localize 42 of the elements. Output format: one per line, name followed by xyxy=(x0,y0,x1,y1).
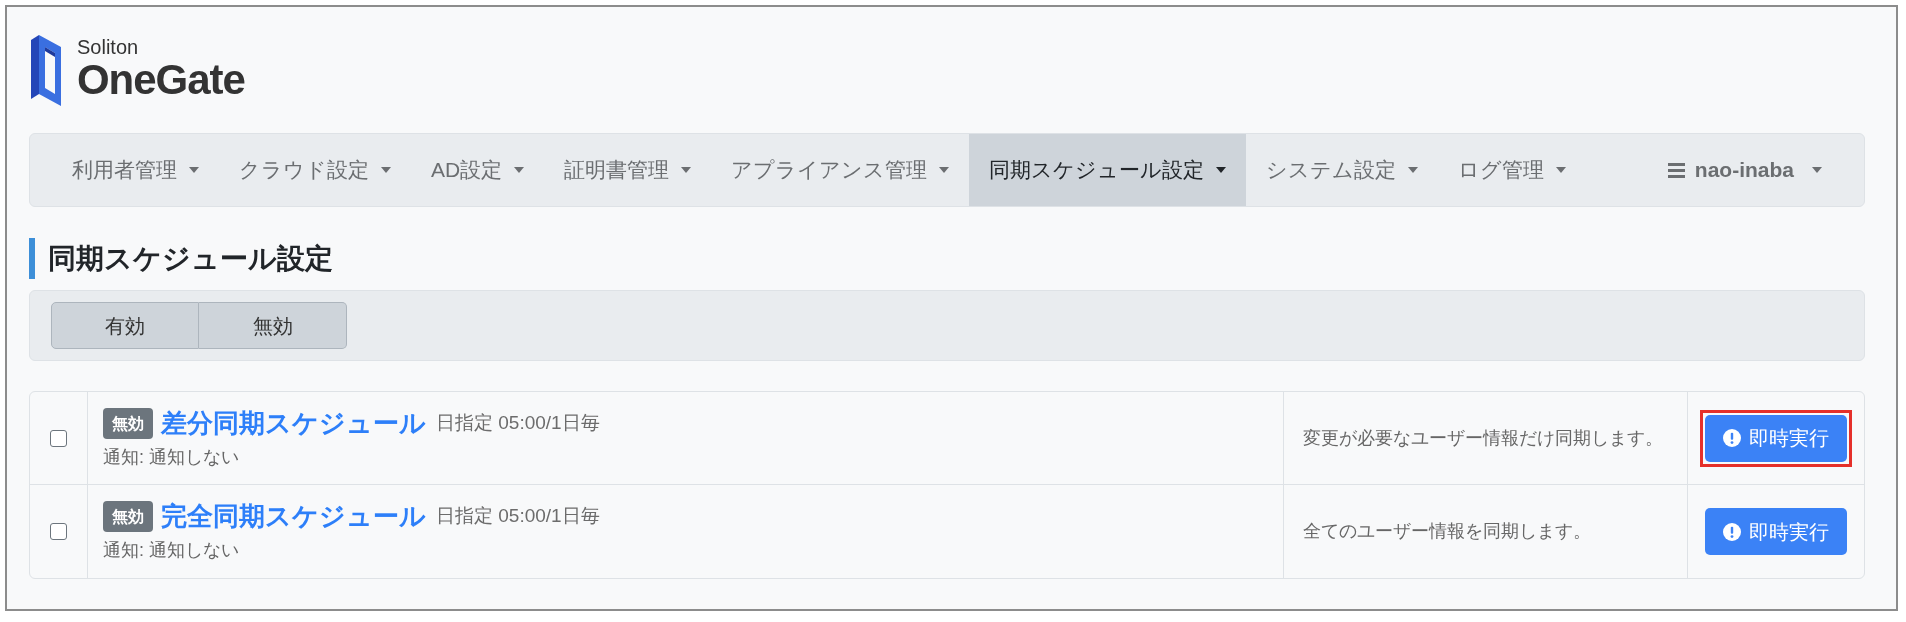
product-name: OneGate xyxy=(77,58,245,102)
status-badge: 無効 xyxy=(103,408,153,439)
caret-icon xyxy=(1408,167,1419,173)
user-menu[interactable]: nao-inaba xyxy=(1647,134,1842,206)
nav-menu-item[interactable]: クラウド設定 xyxy=(219,134,411,206)
caret-icon xyxy=(1556,167,1567,173)
exclamation-circle-icon xyxy=(1723,522,1741,541)
run-now-button[interactable]: 即時実行 xyxy=(1705,508,1847,555)
checkbox[interactable] xyxy=(50,429,67,447)
schedule-text: 日指定 05:00/1日毎 xyxy=(436,504,600,529)
caret-icon xyxy=(514,167,525,173)
schedule-name-link[interactable]: 差分同期スケジュール xyxy=(161,408,426,439)
nav-menu-item[interactable]: AD設定 xyxy=(411,134,545,206)
nav-menu-item[interactable]: ログ管理 xyxy=(1438,134,1587,206)
filter-button[interactable]: 有効 xyxy=(51,302,199,349)
schedule-text: 日指定 05:00/1日毎 xyxy=(436,411,600,436)
exclamation-circle-icon xyxy=(1723,429,1741,447)
logo-icon xyxy=(31,35,61,106)
checkbox[interactable] xyxy=(50,523,67,540)
caret-icon xyxy=(681,167,692,173)
notification-text: 通知: 通知しない xyxy=(103,539,239,562)
nav-menu-item[interactable]: アプライアンス管理 xyxy=(711,134,970,206)
nav-menu-item[interactable]: 証明書管理 xyxy=(544,134,712,206)
schedule-name-link[interactable]: 完全同期スケジュール xyxy=(161,501,426,532)
run-now-button[interactable]: 即時実行 xyxy=(1705,414,1847,462)
caret-icon xyxy=(189,167,199,173)
description-text: 変更が必要なユーザー情報だけ同期します。 xyxy=(1303,426,1663,450)
nav-menu-item[interactable]: 同期スケジュール設定 xyxy=(969,134,1247,206)
caret-icon xyxy=(939,167,950,173)
accent-bar xyxy=(29,238,35,279)
caret-icon xyxy=(1812,167,1822,173)
filter-button[interactable]: 無効 xyxy=(199,302,347,349)
caret-icon xyxy=(381,167,391,173)
notification-text: 通知: 通知しない xyxy=(103,446,239,469)
caret-icon xyxy=(1216,167,1227,173)
nav-menu-item[interactable]: 利用者管理 xyxy=(52,134,219,206)
page-title: 同期スケジュール設定 xyxy=(48,241,333,276)
nav-menu-item[interactable]: システム設定 xyxy=(1246,134,1439,206)
status-badge: 無効 xyxy=(103,501,153,532)
brand-name: Soliton xyxy=(77,36,140,58)
menu-icon xyxy=(1667,162,1685,178)
description-text: 全てのユーザー情報を同期します。 xyxy=(1303,520,1591,543)
